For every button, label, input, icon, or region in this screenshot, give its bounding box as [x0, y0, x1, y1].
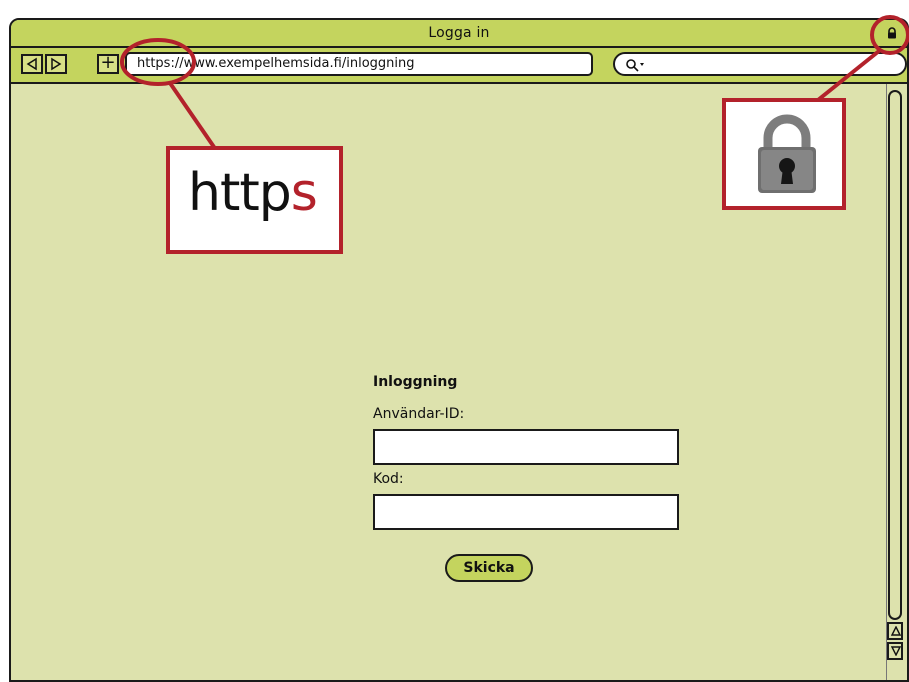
- title-bar: Logga in: [11, 20, 907, 48]
- lock-callout: [722, 98, 846, 210]
- forward-arrow-icon: [51, 57, 62, 71]
- forward-button[interactable]: [45, 54, 67, 74]
- login-title: Inloggning: [373, 374, 458, 390]
- search-input[interactable]: [613, 52, 907, 76]
- small-lock-icon: [888, 27, 896, 39]
- scroll-up-icon: [891, 626, 901, 636]
- search-icon: [626, 59, 644, 72]
- https-callout-suffix: s: [290, 163, 318, 223]
- password-label: Kod:: [373, 471, 404, 487]
- https-callout-prefix: http: [188, 163, 292, 223]
- username-field[interactable]: [373, 429, 679, 465]
- scrollbar-thumb[interactable]: [888, 90, 902, 620]
- scroll-down-icon: [891, 646, 901, 656]
- scroll-up-button[interactable]: [887, 622, 903, 640]
- browser-mockup-screen: Logga in + https://www.exempelhemsida.fi…: [0, 0, 909, 682]
- password-field[interactable]: [373, 494, 679, 530]
- https-callout-text: https: [188, 163, 318, 223]
- window-title: Logga in: [428, 25, 490, 41]
- scroll-down-button[interactable]: [887, 642, 903, 660]
- back-arrow-icon: [26, 57, 37, 71]
- https-callout: https: [166, 146, 343, 254]
- back-button[interactable]: [21, 54, 43, 74]
- submit-button[interactable]: Skicka: [445, 554, 533, 582]
- username-label: Användar-ID:: [373, 406, 465, 422]
- vertical-scrollbar[interactable]: [886, 84, 905, 680]
- address-bar[interactable]: https://www.exempelhemsida.fi/inloggning: [125, 52, 593, 76]
- new-tab-button[interactable]: +: [97, 54, 119, 74]
- padlock-icon: [758, 114, 816, 193]
- browser-toolbar: + https://www.exempelhemsida.fi/inloggni…: [11, 48, 907, 84]
